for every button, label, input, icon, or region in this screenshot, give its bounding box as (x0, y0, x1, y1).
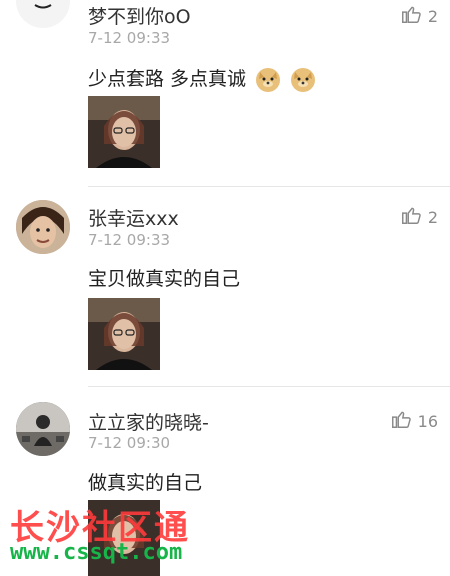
avatar[interactable] (16, 0, 70, 28)
like-button[interactable]: 2 (400, 3, 438, 29)
avatar[interactable] (16, 402, 70, 456)
thumbs-up-icon (390, 408, 412, 434)
like-count: 16 (418, 412, 438, 431)
like-count: 2 (428, 208, 438, 227)
avatar[interactable] (16, 200, 70, 254)
divider (88, 186, 450, 187)
comment-text-content: 少点套路 多点真诚 (88, 68, 246, 90)
timestamp: 7-12 09:30 (88, 434, 170, 452)
attached-photo[interactable] (88, 96, 160, 168)
cartoon-face-icon (16, 0, 70, 28)
doge-emoji-icon (255, 67, 281, 93)
watermark-url: www.cssqt.com (10, 540, 182, 565)
comment-text: 做真实的自己 (88, 468, 202, 495)
username[interactable]: 立立家的晓晓- (88, 408, 209, 435)
timestamp: 7-12 09:33 (88, 29, 170, 47)
username[interactable]: 张幸运xxx (88, 204, 179, 231)
attached-photo[interactable] (88, 298, 160, 370)
comment-text: 宝贝做真实的自己 (88, 264, 240, 291)
thumbs-up-icon (400, 204, 422, 230)
thumbs-up-icon (400, 3, 422, 29)
doge-emoji-icon (290, 67, 316, 93)
like-count: 2 (428, 7, 438, 26)
person-photo-icon (16, 402, 70, 456)
like-button[interactable]: 16 (390, 408, 438, 434)
username[interactable]: 梦不到你oO (88, 2, 191, 29)
divider (88, 386, 450, 387)
person-photo-icon (16, 200, 70, 254)
timestamp: 7-12 09:33 (88, 231, 170, 249)
like-button[interactable]: 2 (400, 204, 438, 230)
comment-text: 少点套路 多点真诚 (88, 64, 316, 93)
